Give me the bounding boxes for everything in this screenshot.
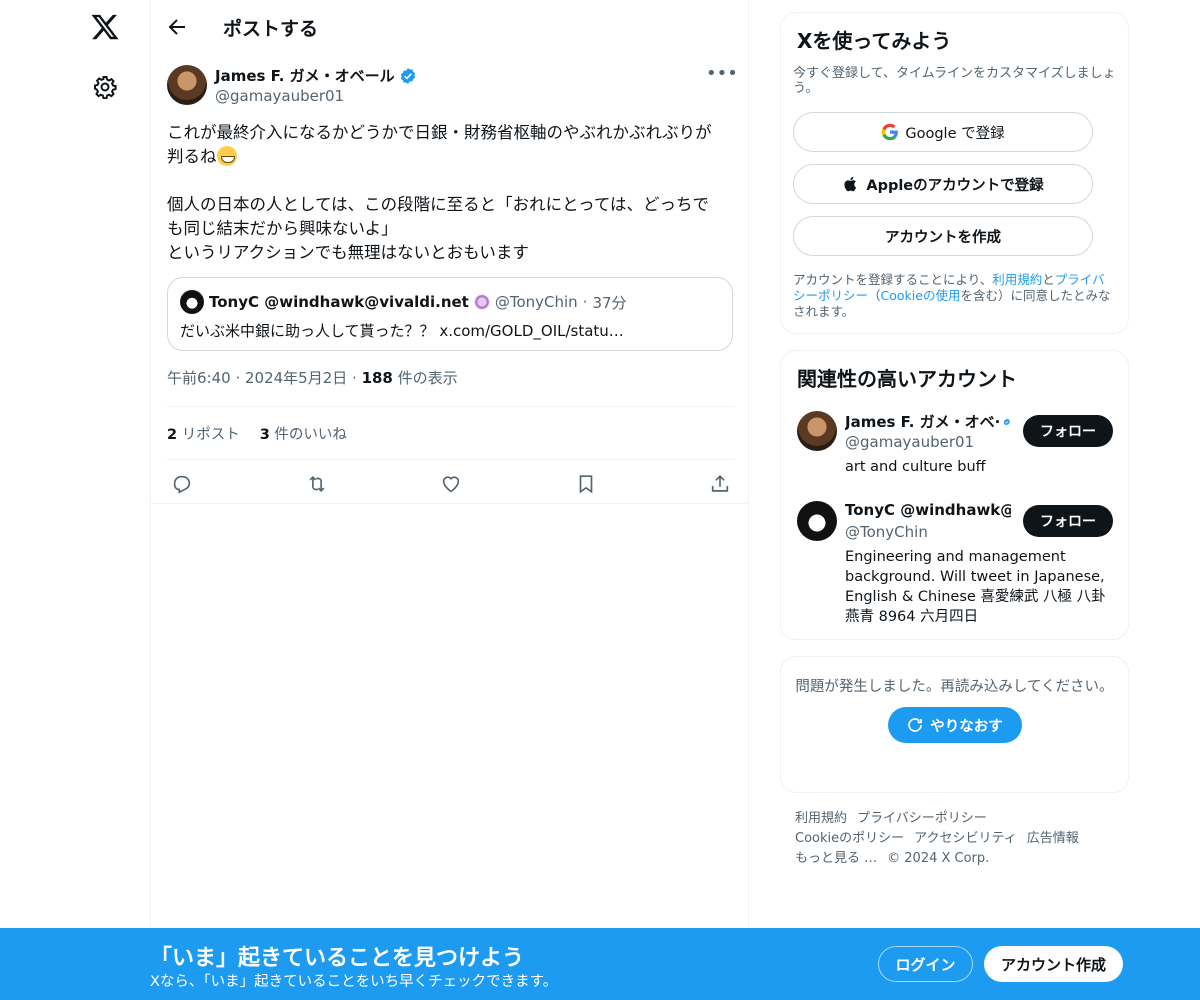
create-account-button[interactable]: アカウントを作成 [793,216,1093,256]
gear-icon[interactable] [93,75,117,99]
tweet-timestamp[interactable]: 午前6:40 · 2024年5月2日 · [167,369,362,387]
cookie-link[interactable]: Cookieの使用 [881,288,961,303]
footer-privacy-link[interactable]: プライバシーポリシー [857,811,987,826]
related-title: 関連性の高いアカウント [797,367,1017,391]
author-name[interactable]: James F. ガメ・オベール [215,65,395,86]
refresh-icon [908,718,923,732]
banner-title: 「いま」起きていることを見つけよう [150,946,525,971]
tweet-actions [167,460,735,507]
quoted-tweet[interactable]: TonyC @windhawk@vivaldi.net @TonyChin · … [167,277,733,351]
share-icon[interactable] [709,473,731,495]
related-handle: @TonyChin [845,523,928,541]
banner-subtitle: Xなら、「いま」起きていることをいち早くチェックできます。 [150,974,558,990]
terms-link[interactable]: 利用規約 [992,272,1042,287]
affiliate-badge-icon [473,294,490,310]
repost-icon[interactable] [306,473,328,495]
signup-legal-text: アカウントを登録することにより、利用規約とプライバシーポリシー（Cookieの使… [793,272,1116,320]
like-count: 3 [259,426,270,443]
retry-button[interactable]: やりなおす [887,707,1022,743]
related-bio: art and culture buff [845,459,986,475]
verified-badge-icon [1004,418,1011,425]
retry-label: やりなおす [930,718,1003,735]
main-header: ポストする [151,0,748,53]
tweet-text-line1: これが最終介入になるかどうかで日銀・財務省枢軸のやぶれかぶれぶりが [167,123,712,142]
like-icon[interactable] [440,473,462,495]
tweet: James F. ガメ・オベール @gamayauber01 ••• これが最終… [151,53,748,507]
footer-copyright: © 2024 X Corp. [887,851,990,866]
legal-text-2: と [1042,272,1055,287]
quote-author-handle: @TonyChin [494,293,578,311]
like-stat[interactable]: 3 件のいいね [260,423,347,444]
quote-separator: · [582,293,588,311]
right-sidebar: Xを使ってみよう 今すぐ登録して、タイムラインをカスタマイズしましょう。 Goo… [780,12,1129,869]
signup-subtitle: 今すぐ登録して、タイムラインをカスタマイズしましょう。 [793,66,1116,96]
tweet-text-line2: 判るね [167,147,217,166]
repost-label: リポスト [177,426,240,443]
tweet-author: James F. ガメ・オベール @gamayauber01 ••• [167,53,738,105]
page-title: ポストする [223,18,319,40]
google-signup-button[interactable]: Google で登録 [793,112,1093,152]
reply-icon[interactable] [171,473,193,495]
google-icon [882,123,899,141]
footer-terms-link[interactable]: 利用規約 [795,811,847,826]
quote-text: だいぶ米中銀に助っ人して貰った？？ x.com/GOLD_OIL/statu… [180,322,624,340]
like-label: 件のいいね [269,426,347,443]
bookmark-icon[interactable] [575,473,597,495]
tweet-text-rest: 個人の日本の人としては、この段階に至ると「おれにとっては、どっちで も同じ結末だ… [167,195,710,262]
related-bio: Engineering and management background. W… [845,549,1106,625]
footer-accessibility-link[interactable]: アクセシビリティ [914,831,1017,846]
legal-text-1: アカウントを登録することにより、 [793,272,993,287]
apple-icon [844,176,857,192]
left-nav [0,0,150,928]
footer-more-link[interactable]: もっと見る … [795,851,877,866]
divider [151,503,749,504]
quote-author-name: TonyC @windhawk@vivaldi.net [209,293,469,311]
view-count-label: 件の表示 [392,369,458,387]
quote-avatar [180,290,204,314]
tweet-text: これが最終介入になるかどうかで日銀・財務省枢軸のやぶれかぶれぶりが 判るね 個人… [167,121,735,265]
footer-cookie-link[interactable]: Cookieのポリシー [795,831,904,846]
repost-stat[interactable]: 2 リポスト [167,423,240,444]
x-logo-icon[interactable] [90,12,120,42]
footer: 利用規約 プライバシーポリシー Cookieのポリシー アクセシビリティ 広告情報 も… [780,809,1129,869]
main-column: ポストする James F. ガメ・オベール @gamayauber01 •••… [150,0,749,928]
grinning-emoji-icon [216,146,237,166]
repost-count: 2 [167,426,178,443]
related-name: James F. ガメ・オベ· [845,413,1001,431]
view-count: 188 [361,369,393,387]
related-name: TonyC @windhawk@v [845,501,1011,519]
banner-signup-button[interactable]: アカウント作成 [984,946,1123,982]
more-options-icon[interactable]: ••• [706,65,738,87]
legal-text-3: （ [868,288,881,303]
author-handle[interactable]: @gamayauber01 [215,87,344,105]
follow-button[interactable]: フォロー [1023,505,1113,537]
apple-signup-label: Appleのアカウントで登録 [866,177,1044,194]
related-avatar [797,411,837,451]
signup-card: Xを使ってみよう 今すぐ登録して、タイムラインをカスタマイズしましょう。 Goo… [780,12,1129,334]
error-message: 問題が発生しました。再読み込みしてください。 [795,679,1114,695]
quote-time: 37分 [592,293,627,312]
follow-button[interactable]: フォロー [1023,415,1113,447]
signup-title: Xを使ってみよう [797,29,952,53]
author-avatar[interactable] [167,65,207,105]
signup-banner: 「いま」起きていることを見つけよう Xなら、「いま」起きていることをいち早くチェ… [0,928,1200,1000]
footer-ads-link[interactable]: 広告情報 [1027,831,1079,846]
apple-signup-button[interactable]: Appleのアカウントで登録 [793,164,1093,204]
tweet-stats: 2 リポスト 3 件のいいね [167,407,735,460]
back-arrow-icon[interactable] [165,15,189,39]
tweet-meta: 午前6:40 · 2024年5月2日 · 188 件の表示 [167,367,735,407]
error-card: 問題が発生しました。再読み込みしてください。 やりなおす [780,656,1129,793]
related-avatar [797,501,837,541]
google-signup-label: Google で登録 [905,125,1005,142]
related-accounts-card: 関連性の高いアカウント James F. ガメ・オベ· @gamayauber0… [780,350,1129,640]
login-button[interactable]: ログイン [878,946,973,982]
related-handle: @gamayauber01 [845,433,975,451]
verified-badge-icon [400,67,415,84]
